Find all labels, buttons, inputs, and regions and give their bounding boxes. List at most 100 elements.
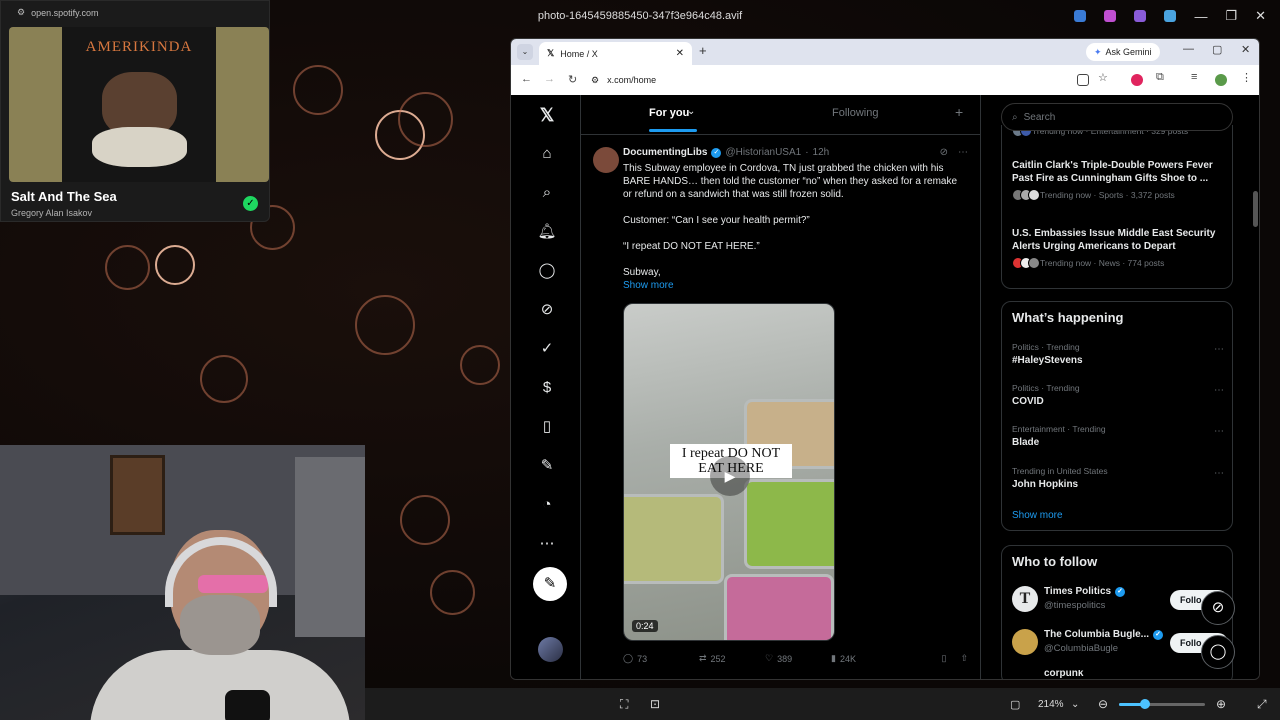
back-icon[interactable]: ← [521, 73, 532, 85]
account-avatar[interactable]: T [1012, 586, 1038, 612]
tweet-time[interactable]: 12h [813, 147, 830, 158]
site-info-icon[interactable]: ⚙ [591, 75, 599, 86]
ask-gemini-button[interactable]: ✦ Ask Gemini [1086, 43, 1160, 61]
like-count: 389 [777, 653, 793, 664]
notifications-bell-icon[interactable]: 🔔︎ [537, 222, 557, 242]
trend-item[interactable]: Politics · Trending #HaleyStevens ⋯ [1012, 342, 1224, 366]
search-input[interactable]: ⌕ Search [1001, 103, 1233, 131]
tray-icon[interactable] [1074, 10, 1087, 22]
trend-more-icon[interactable]: ⋯ [1214, 426, 1224, 437]
zoom-level[interactable]: 214% [1038, 699, 1064, 710]
home-icon[interactable]: ⌂ [537, 144, 557, 164]
account-avatar[interactable] [1012, 629, 1038, 655]
album-art-title: AMERIKINDA [85, 39, 193, 55]
close-tab-icon[interactable]: ✕ [676, 48, 684, 59]
compose-post-button[interactable]: ✎ [533, 567, 567, 601]
news-item[interactable]: U.S. Embassies Issue Middle East Securit… [1012, 227, 1224, 269]
tweet-author-handle[interactable]: @HistorianUSA1 [725, 147, 801, 158]
profile-avatar[interactable] [1215, 74, 1227, 86]
views-button[interactable]: ▮ 24K [831, 653, 897, 664]
reload-icon[interactable]: ↻ [568, 73, 577, 86]
news-item[interactable]: Caitlin Clark's Triple-Double Powers Fev… [1012, 159, 1224, 201]
fullscreen-icon[interactable]: ▢ [1010, 698, 1020, 711]
extensions-icon[interactable]: ⧉ [1156, 71, 1164, 84]
saved-check-icon[interactable]: ✓ [243, 196, 258, 211]
bookmark-icon[interactable]: ▯ [942, 653, 947, 664]
more-icon[interactable]: ⋯ [537, 534, 557, 554]
follow-suggestion[interactable]: corpunk [1012, 670, 1224, 679]
tweet-author-name[interactable]: DocumentingLibs [623, 147, 707, 158]
account-handle: @timespolitics [1044, 600, 1106, 611]
zoom-in-icon[interactable]: ⊕ [1216, 697, 1226, 711]
minimize-button[interactable]: — [1183, 43, 1194, 55]
grok-icon[interactable]: ⊘ [537, 300, 557, 320]
verified-icon[interactable]: ✓ [537, 339, 557, 359]
maximize-button[interactable]: ❐ [1225, 8, 1237, 24]
minimize-button[interactable]: — [1194, 9, 1207, 24]
scrollbar-thumb[interactable] [1253, 191, 1258, 227]
tab-following[interactable]: Following [832, 107, 878, 119]
close-window-button[interactable]: ✕ [1241, 43, 1250, 56]
tweet-video[interactable]: I repeat DO NOT EAT HERE ▶ 0:24 [623, 303, 835, 641]
repost-icon: ⇄ [699, 653, 707, 663]
repost-button[interactable]: ⇄ 252 [699, 653, 765, 664]
forward-icon[interactable]: → [544, 73, 555, 85]
trend-item[interactable]: Entertainment · Trending Blade ⋯ [1012, 424, 1224, 448]
close-button[interactable]: ✕ [1255, 8, 1266, 24]
add-tab-icon[interactable]: + [955, 104, 963, 120]
grok-fab-icon[interactable]: ⊘ [1201, 591, 1235, 625]
track-artist[interactable]: Gregory Alan Isakov [11, 208, 92, 218]
adblock-extension-icon[interactable] [1131, 74, 1143, 86]
cast-icon[interactable] [1077, 74, 1089, 86]
tray-icon[interactable] [1134, 10, 1147, 22]
grok-icon[interactable]: ⊘ [940, 147, 948, 158]
follow-suggestion[interactable]: The Columbia Bugle... ✓ @ColumbiaBugle Fo… [1012, 627, 1228, 661]
reading-list-icon[interactable]: ≡ [1191, 71, 1197, 83]
zoom-out-icon[interactable]: ⊖ [1098, 697, 1108, 711]
kebab-menu-icon[interactable]: ⋮ [1241, 71, 1252, 84]
maximize-button[interactable]: ▢ [1212, 43, 1222, 56]
search-icon[interactable]: ⌕ [537, 183, 557, 203]
bookmarks-icon[interactable]: ▯ [537, 417, 557, 437]
scan-icon[interactable]: ⊡ [650, 697, 660, 711]
play-icon[interactable]: ▶ [710, 456, 750, 496]
trend-item[interactable]: Trending in United States John Hopkins ⋯ [1012, 466, 1224, 490]
follow-suggestion[interactable]: T Times Politics ✓ @timespolitics Follo [1012, 584, 1228, 618]
show-more-link[interactable]: Show more [1012, 510, 1063, 521]
new-tab-button[interactable]: + [699, 43, 707, 58]
trend-more-icon[interactable]: ⋯ [1214, 344, 1224, 355]
reply-button[interactable]: ◯ 73 [623, 653, 689, 664]
tab-search-icon[interactable]: ⌄ [517, 44, 533, 60]
chevron-down-icon[interactable]: ⌄ [1071, 699, 1079, 710]
view-count: 24K [839, 653, 856, 664]
lists-icon[interactable]: ✎ [537, 456, 557, 476]
like-button[interactable]: ♡ 389 [765, 653, 831, 664]
messages-fab-icon[interactable]: ◯ [1201, 635, 1235, 669]
chevron-down-icon[interactable]: ⌄ [687, 106, 695, 117]
bookmark-star-icon[interactable]: ☆ [1098, 71, 1108, 84]
trend-more-icon[interactable]: ⋯ [1214, 468, 1224, 479]
tray-icon[interactable] [1104, 10, 1117, 22]
profile-icon[interactable]: ◔ [537, 495, 557, 515]
verified-badge-icon: ✓ [1115, 586, 1126, 597]
tweet-more-icon[interactable]: ⋯ [958, 147, 968, 158]
tray-icon[interactable] [1164, 10, 1177, 22]
premium-dollar-icon[interactable]: $ [537, 378, 557, 398]
settings-icon[interactable]: ⚙ [17, 7, 25, 18]
account-avatar[interactable] [538, 637, 563, 662]
messages-icon[interactable]: ◯ [537, 261, 557, 281]
url-field[interactable]: ⚙ x.com/home [591, 70, 1091, 90]
x-logo-icon[interactable]: 𝕏 [537, 105, 557, 125]
share-icon[interactable]: ⇧ [960, 653, 968, 664]
trend-item[interactable]: Politics · Trending COVID ⋯ [1012, 383, 1224, 407]
expand-icon[interactable]: ⤢ [1257, 697, 1267, 712]
tab-x-home[interactable]: 𝕏 Home / X ✕ [539, 42, 692, 65]
zoom-slider-thumb[interactable] [1140, 699, 1150, 709]
tab-for-you[interactable]: For you [649, 107, 715, 119]
trend-more-icon[interactable]: ⋯ [1214, 385, 1224, 396]
tweet-author-avatar[interactable] [593, 147, 619, 173]
tweet[interactable]: DocumentingLibs ✓ @HistorianUSA1 · 12h ⊘… [581, 137, 981, 664]
show-more-link[interactable]: Show more [623, 280, 674, 291]
fit-icon[interactable]: ⛶ [620, 697, 628, 712]
gemini-icon: ✦ [1094, 46, 1102, 57]
